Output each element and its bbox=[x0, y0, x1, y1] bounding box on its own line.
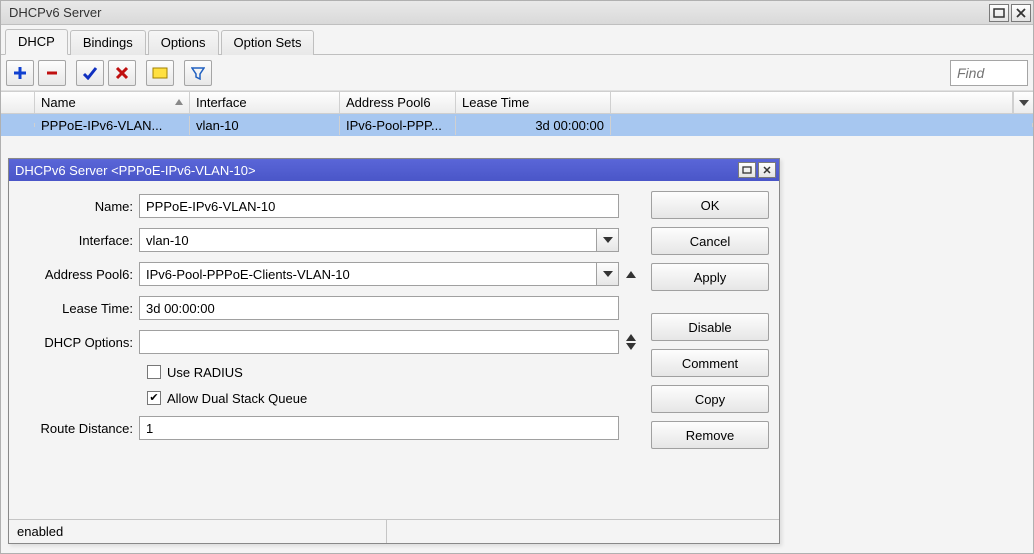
use-radius-label: Use RADIUS bbox=[167, 365, 243, 380]
form-area: Name: Interface: Address Pool6: Lease Ti… bbox=[9, 189, 639, 515]
comment-button[interactable] bbox=[146, 60, 174, 86]
find-input[interactable] bbox=[950, 60, 1028, 86]
options-label: DHCP Options: bbox=[9, 335, 139, 350]
options-input[interactable] bbox=[139, 330, 619, 354]
dual-stack-checkbox[interactable]: Allow Dual Stack Queue bbox=[9, 385, 639, 411]
filter-button[interactable] bbox=[184, 60, 212, 86]
cancel-button[interactable]: Cancel bbox=[651, 227, 769, 255]
titlebar: DHCPv6 Server bbox=[1, 1, 1033, 25]
route-distance-label: Route Distance: bbox=[9, 421, 139, 436]
disable-button[interactable]: Disable bbox=[651, 313, 769, 341]
use-radius-checkbox[interactable]: Use RADIUS bbox=[9, 359, 639, 385]
interface-dropdown-button[interactable] bbox=[597, 228, 619, 252]
col-lease[interactable]: Lease Time bbox=[456, 92, 611, 113]
tab-dhcp[interactable]: DHCP bbox=[5, 29, 68, 55]
lease-input[interactable] bbox=[139, 296, 619, 320]
window-restore-button[interactable] bbox=[989, 4, 1009, 22]
table-header-row: Name Interface Address Pool6 Lease Time bbox=[1, 92, 1033, 114]
dialog-restore-button[interactable] bbox=[738, 162, 756, 178]
interface-label: Interface: bbox=[9, 233, 139, 248]
server-properties-dialog: DHCPv6 Server <PPPoE-IPv6-VLAN-10> Name:… bbox=[8, 158, 780, 544]
copy-button[interactable]: Copy bbox=[651, 385, 769, 413]
name-label: Name: bbox=[9, 199, 139, 214]
remove-button[interactable]: Remove bbox=[651, 421, 769, 449]
dialog-title: DHCPv6 Server <PPPoE-IPv6-VLAN-10> bbox=[15, 163, 736, 178]
dialog-titlebar: DHCPv6 Server <PPPoE-IPv6-VLAN-10> bbox=[9, 159, 779, 181]
dialog-button-column: OK Cancel Apply Disable Comment Copy Rem… bbox=[639, 189, 769, 515]
tabs: DHCP Bindings Options Option Sets bbox=[1, 27, 1033, 55]
pool-up-icon[interactable] bbox=[626, 271, 636, 278]
disable-button[interactable] bbox=[108, 60, 136, 86]
opts-up-icon[interactable] bbox=[626, 334, 636, 341]
col-name[interactable]: Name bbox=[35, 92, 190, 113]
server-table: Name Interface Address Pool6 Lease Time … bbox=[1, 91, 1033, 136]
checkbox-icon bbox=[147, 391, 161, 405]
col-spacer bbox=[611, 92, 1013, 113]
enable-button[interactable] bbox=[76, 60, 104, 86]
sort-indicator-icon bbox=[175, 99, 183, 105]
window-close-button[interactable] bbox=[1011, 4, 1031, 22]
tab-options[interactable]: Options bbox=[148, 30, 219, 55]
dual-stack-label: Allow Dual Stack Queue bbox=[167, 391, 307, 406]
interface-input[interactable] bbox=[139, 228, 597, 252]
pool-dropdown-button[interactable] bbox=[597, 262, 619, 286]
comment-button[interactable]: Comment bbox=[651, 349, 769, 377]
tab-option-sets[interactable]: Option Sets bbox=[221, 30, 315, 55]
add-button[interactable] bbox=[6, 60, 34, 86]
col-flag[interactable] bbox=[1, 92, 35, 113]
name-input[interactable] bbox=[139, 194, 619, 218]
dialog-statusbar: enabled bbox=[9, 519, 779, 543]
pool-input[interactable] bbox=[139, 262, 597, 286]
status-enabled: enabled bbox=[9, 520, 387, 543]
table-row[interactable]: PPPoE-IPv6-VLAN... vlan-10 IPv6-Pool-PPP… bbox=[1, 114, 1033, 136]
ok-button[interactable]: OK bbox=[651, 191, 769, 219]
route-distance-input[interactable] bbox=[139, 416, 619, 440]
column-menu-button[interactable] bbox=[1013, 92, 1033, 113]
tab-bindings[interactable]: Bindings bbox=[70, 30, 146, 55]
col-interface[interactable]: Interface bbox=[190, 92, 340, 113]
toolbar bbox=[1, 55, 1033, 91]
lease-label: Lease Time: bbox=[9, 301, 139, 316]
opts-down-icon[interactable] bbox=[626, 343, 636, 350]
col-pool[interactable]: Address Pool6 bbox=[340, 92, 456, 113]
checkbox-icon bbox=[147, 365, 161, 379]
pool-label: Address Pool6: bbox=[9, 267, 139, 282]
remove-button[interactable] bbox=[38, 60, 66, 86]
dialog-close-button[interactable] bbox=[758, 162, 776, 178]
apply-button[interactable]: Apply bbox=[651, 263, 769, 291]
window-title: DHCPv6 Server bbox=[3, 5, 987, 20]
